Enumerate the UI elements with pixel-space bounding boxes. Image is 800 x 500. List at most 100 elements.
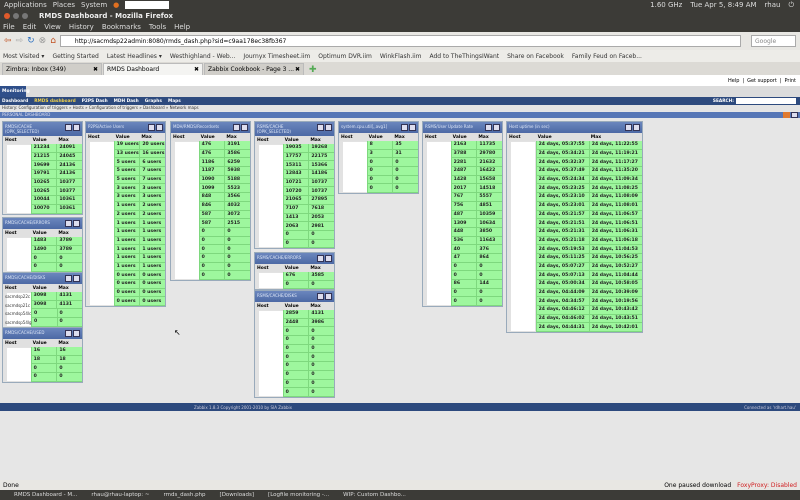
dashboard-panel: RSMS/CACHE/DISKS Host Value Max 2859 4131 2448… bbox=[254, 290, 335, 398]
web-search-box[interactable]: Google bbox=[751, 35, 796, 47]
panel-menu-icon[interactable] bbox=[317, 293, 324, 300]
system-menu[interactable]: System bbox=[81, 1, 107, 9]
fullscreen-icon[interactable] bbox=[791, 112, 798, 118]
taskbar-item[interactable]: rhau@rhau-laptop: ~ bbox=[91, 492, 149, 498]
panel-collapse-icon[interactable] bbox=[156, 124, 163, 131]
new-tab-icon[interactable]: ✚ bbox=[309, 65, 317, 75]
bookmark-item[interactable]: Add to TheThingsIWant bbox=[429, 53, 499, 60]
browser-tab[interactable]: Zimbra: Inbox (349) ✖ bbox=[2, 63, 102, 75]
panel-menu-icon[interactable] bbox=[317, 124, 324, 131]
menu-history[interactable]: History bbox=[69, 23, 94, 31]
panel-menu-icon[interactable] bbox=[65, 330, 72, 337]
panel-menu-icon[interactable] bbox=[625, 124, 632, 131]
bookmark-item[interactable]: Latest Headlines ▾ bbox=[107, 53, 162, 60]
menu-view[interactable]: View bbox=[44, 23, 61, 31]
downloads-status[interactable]: One paused download bbox=[664, 482, 731, 489]
browser-tab[interactable]: RMDS Dashboard ✖ bbox=[103, 63, 203, 75]
panel-collapse-icon[interactable] bbox=[325, 293, 332, 300]
max-cell: 16 users bbox=[139, 149, 166, 159]
user-menu[interactable]: rhau bbox=[765, 1, 781, 10]
launcher-search-box[interactable] bbox=[125, 1, 170, 9]
value-cell: 0 bbox=[450, 288, 477, 298]
taskbar-item[interactable]: RMDS Dashboard - M... bbox=[14, 492, 77, 498]
submenu-item[interactable]: MDH Dash bbox=[114, 99, 139, 104]
panel-collapse-icon[interactable] bbox=[73, 220, 80, 227]
submenu-item[interactable]: RMDS dashboard bbox=[34, 99, 75, 104]
panel-collapse-icon[interactable] bbox=[409, 124, 416, 131]
panel-menu-icon[interactable] bbox=[65, 124, 72, 131]
max-cell: 14186 bbox=[308, 170, 335, 179]
top-link[interactable]: Get support bbox=[747, 78, 777, 84]
close-tab-icon[interactable]: ✖ bbox=[93, 66, 98, 73]
panel-collapse-icon[interactable] bbox=[241, 124, 248, 131]
menu-tools[interactable]: Tools bbox=[149, 23, 166, 31]
tab-monitoring[interactable]: Monitoring bbox=[0, 86, 30, 97]
url-bar[interactable]: http://sacmdsp22admin:8080/rmds_dash.php… bbox=[59, 35, 741, 47]
menu-file[interactable]: File bbox=[3, 23, 15, 31]
column-header: Value bbox=[32, 230, 47, 236]
places-menu[interactable]: Places bbox=[53, 1, 75, 9]
submenu-item[interactable]: P2PS Dash bbox=[82, 99, 108, 104]
forward-icon[interactable]: ⇨ bbox=[16, 36, 24, 46]
firefox-launcher-icon[interactable]: ● bbox=[113, 1, 119, 9]
panel-menu-icon[interactable] bbox=[401, 124, 408, 131]
column-headers: Host Value Max bbox=[339, 133, 418, 141]
panel-menu-icon[interactable] bbox=[485, 124, 492, 131]
foxyproxy-status[interactable]: FoxyProxy: Disabled bbox=[737, 482, 797, 489]
submenu-item[interactable]: Maps bbox=[168, 99, 181, 104]
close-tab-icon[interactable]: ✖ bbox=[295, 66, 300, 73]
max-cell: 7 users bbox=[139, 167, 166, 176]
taskbar-item[interactable]: [Logfile monitoring -... bbox=[268, 492, 329, 498]
bookmark-item[interactable]: WinkFlash.iim bbox=[380, 53, 422, 60]
panel-collapse-icon[interactable] bbox=[73, 275, 80, 282]
home-icon[interactable]: ⌂ bbox=[50, 36, 56, 46]
panel-collapse-icon[interactable] bbox=[633, 124, 640, 131]
bookmark-item[interactable]: Optimum DVR.iim bbox=[318, 53, 372, 60]
panel-menu-icon[interactable] bbox=[65, 275, 72, 282]
reload-icon[interactable]: ↻ bbox=[27, 36, 35, 46]
panel-collapse-icon[interactable] bbox=[73, 330, 80, 337]
minimize-icon[interactable] bbox=[13, 12, 19, 19]
panel-menu-icon[interactable] bbox=[65, 220, 72, 227]
host-cell: sacmdsp54lc bbox=[5, 311, 32, 317]
panel-menu-icon[interactable] bbox=[148, 124, 155, 131]
bookmark-item[interactable]: Share on Facebook bbox=[507, 53, 564, 60]
max-cell: 4131 bbox=[308, 310, 335, 319]
close-window-icon[interactable] bbox=[4, 12, 10, 19]
column-header: Max bbox=[141, 134, 152, 140]
bookmark-item[interactable]: Family Feud on Faceb... bbox=[572, 53, 642, 60]
search-input[interactable] bbox=[736, 98, 796, 104]
bookmark-item[interactable]: Getting Started bbox=[52, 53, 98, 60]
menu-edit[interactable]: Edit bbox=[23, 23, 37, 31]
taskbar-item[interactable]: [Downloads] bbox=[220, 492, 255, 498]
menu-bookmarks[interactable]: Bookmarks bbox=[102, 23, 141, 31]
maximize-icon[interactable] bbox=[22, 12, 28, 19]
top-link[interactable]: Print bbox=[784, 78, 796, 84]
applications-menu[interactable]: Applications bbox=[4, 1, 47, 9]
power-icon[interactable]: ⏻ bbox=[788, 1, 794, 10]
panel-menu-icon[interactable] bbox=[317, 255, 324, 262]
clock[interactable]: Tue Apr 5, 8:49 AM bbox=[690, 1, 756, 10]
stop-icon[interactable]: ⊗ bbox=[39, 36, 47, 46]
taskbar-item[interactable]: rmds_dash.php bbox=[163, 492, 205, 498]
submenu-item[interactable]: Dashboard bbox=[2, 99, 28, 104]
panel-collapse-icon[interactable] bbox=[493, 124, 500, 131]
menu-help[interactable]: Help bbox=[174, 23, 190, 31]
bookmark-item[interactable]: Most Visited ▾ bbox=[3, 53, 44, 60]
back-icon[interactable]: ⇦ bbox=[4, 36, 12, 46]
panel-collapse-icon[interactable] bbox=[73, 124, 80, 131]
taskbar-item[interactable]: WIP: Custom Dashbo... bbox=[343, 492, 406, 498]
top-link[interactable]: Help bbox=[728, 78, 739, 84]
browser-tab[interactable]: Zabbix Cookbook - Page 3 ... ✖ bbox=[204, 63, 304, 75]
rss-icon[interactable] bbox=[783, 112, 790, 118]
max-cell: 24136 bbox=[56, 161, 83, 171]
submenu-item[interactable]: Graphs bbox=[145, 99, 162, 104]
panel-collapse-icon[interactable] bbox=[325, 124, 332, 131]
host-column-background bbox=[7, 348, 31, 381]
close-tab-icon[interactable]: ✖ bbox=[194, 66, 199, 73]
bookmark-item[interactable]: Westhighland - Web... bbox=[170, 53, 236, 60]
panel-menu-icon[interactable] bbox=[233, 124, 240, 131]
bookmark-item[interactable]: Journyx Timesheet.iim bbox=[243, 53, 310, 60]
panel-collapse-icon[interactable] bbox=[325, 255, 332, 262]
value-cell: 47 bbox=[450, 253, 477, 263]
